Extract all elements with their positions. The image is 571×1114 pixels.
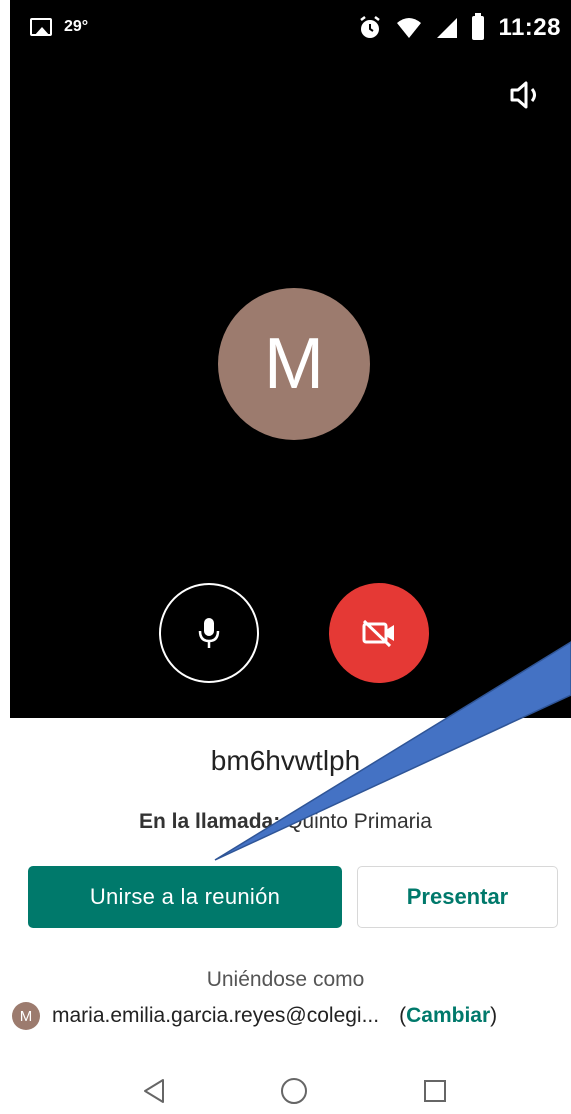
home-icon[interactable] (281, 1078, 307, 1104)
in-call-value: Quinto Primaria (286, 810, 432, 833)
joining-as-label: Uniéndose como (206, 968, 365, 991)
account-avatar: M (12, 1002, 40, 1030)
microphone-button[interactable] (159, 583, 259, 683)
in-call-label: En la llamada: (139, 810, 281, 833)
image-icon (30, 18, 52, 36)
status-bar: 29° 11:28 (10, 0, 571, 62)
signal-icon (437, 18, 458, 38)
navigation-bar (0, 1068, 571, 1114)
status-right: 11:28 (358, 13, 561, 42)
back-icon[interactable] (142, 1078, 166, 1104)
camera-off-icon (362, 619, 394, 648)
meeting-code: bm6hvwtlph (210, 745, 361, 776)
camera-toggle-button[interactable] (329, 583, 429, 683)
change-account: (Cambiar) (399, 1004, 497, 1028)
account-row: M maria.emilia.garcia.reyes@colegi... (C… (12, 1000, 497, 1032)
present-button[interactable]: Presentar (357, 866, 558, 928)
join-meeting-button[interactable]: Unirse a la reunión (28, 866, 342, 928)
alarm-icon (360, 16, 381, 38)
speaker-icon[interactable] (509, 80, 545, 110)
wifi-icon (397, 18, 422, 38)
video-preview: M (10, 62, 571, 718)
account-email: maria.emilia.garcia.reyes@colegi... (52, 1004, 380, 1027)
in-call-info: En la llamada: Quinto Primaria (0, 810, 571, 834)
temperature: 29° (64, 18, 89, 35)
change-account-link[interactable]: Cambiar (406, 1004, 490, 1027)
user-avatar: M (218, 288, 370, 440)
change-close-paren: ) (490, 1004, 498, 1027)
clock: 11:28 (498, 14, 561, 41)
microphone-icon (198, 618, 220, 648)
battery-icon (472, 13, 485, 40)
recents-icon[interactable] (424, 1080, 446, 1102)
status-left: 29° (30, 18, 88, 36)
